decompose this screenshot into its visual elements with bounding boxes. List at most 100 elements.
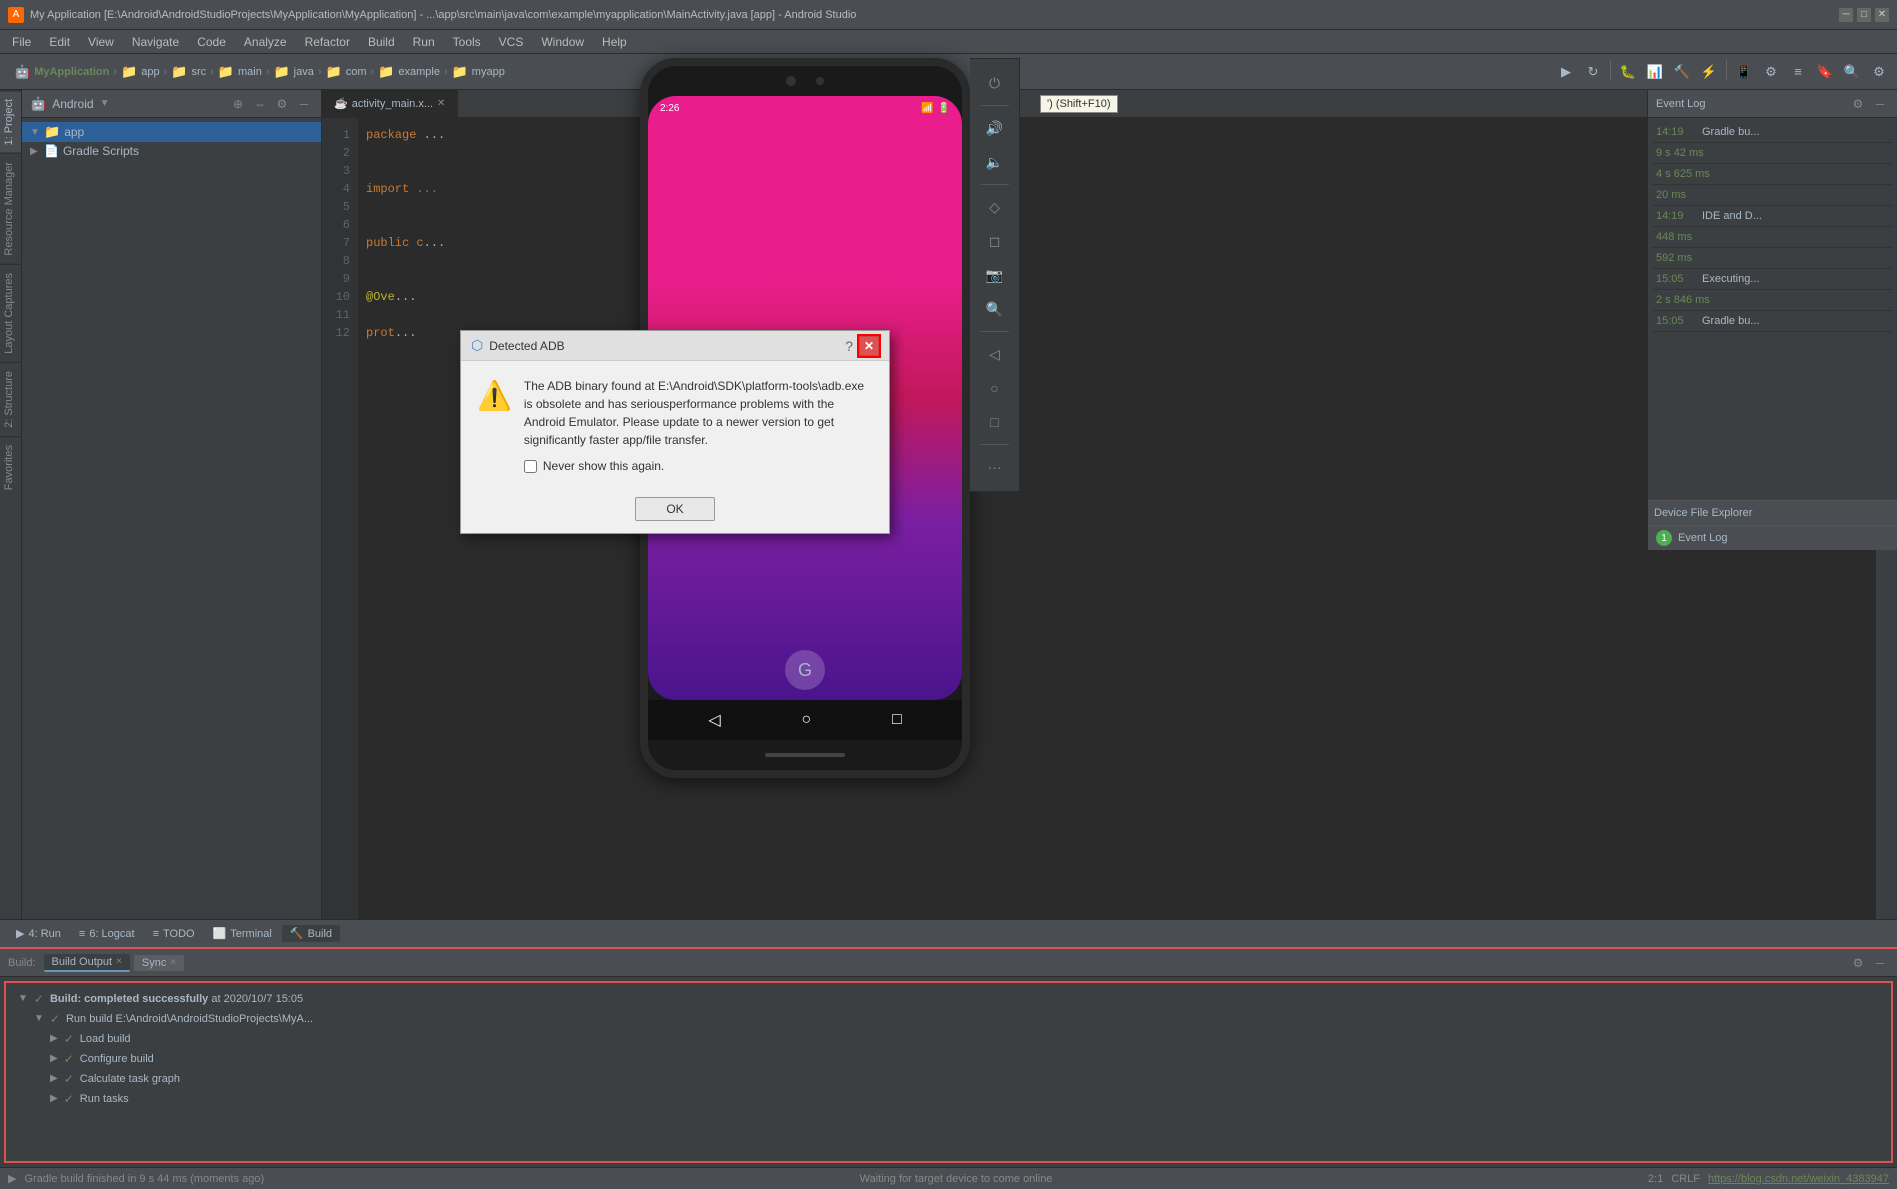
build-expand-2[interactable]: ▶ xyxy=(50,1030,58,1048)
dialog-close-button[interactable]: ✕ xyxy=(859,336,879,356)
bookmark-btn[interactable]: 🔖 xyxy=(1813,60,1837,84)
bt-logcat[interactable]: ≡ 6: Logcat xyxy=(71,926,143,942)
structure-btn[interactable]: ≡ xyxy=(1786,60,1810,84)
breadcrumb-src[interactable]: src xyxy=(191,66,206,78)
menu-build[interactable]: Build xyxy=(360,33,403,51)
tree-item-app[interactable]: ▼ 📁 app xyxy=(22,122,321,142)
google-icon[interactable]: G xyxy=(785,650,825,690)
android-prof[interactable]: ⚡ xyxy=(1697,60,1721,84)
settings-btn[interactable]: ⚙ xyxy=(1867,60,1891,84)
status-link[interactable]: https://blog.csdn.net/weixin_4383947 xyxy=(1708,1173,1889,1185)
sync-button[interactable]: ↻ xyxy=(1581,60,1605,84)
never-show-label[interactable]: Never show this again. xyxy=(543,459,664,473)
build-output-close[interactable]: × xyxy=(116,956,122,967)
tab-structure[interactable]: 2: Structure xyxy=(0,362,21,436)
build-expand-3[interactable]: ▶ xyxy=(50,1050,58,1068)
minimize-button[interactable]: ─ xyxy=(1839,8,1853,22)
editor-tab-main[interactable]: ☕ activity_main.x... ✕ xyxy=(322,90,458,117)
menu-navigate[interactable]: Navigate xyxy=(124,33,187,51)
menu-run[interactable]: Run xyxy=(405,33,443,51)
dialog-help-btn[interactable]: ? xyxy=(845,338,853,354)
sync-tab[interactable]: Sync × xyxy=(134,955,184,971)
never-show-checkbox[interactable] xyxy=(524,460,537,473)
nav-recents[interactable]: □ xyxy=(892,711,902,729)
fold-btn[interactable]: ◻ xyxy=(979,225,1011,257)
build-btn2[interactable]: 🔨 xyxy=(1670,60,1694,84)
dialog-footer: OK xyxy=(461,489,889,533)
sdk-button[interactable]: ⚙ xyxy=(1759,60,1783,84)
screenshot-btn[interactable]: 📷 xyxy=(979,259,1011,291)
close-button[interactable]: ✕ xyxy=(1875,8,1889,22)
build-expand-5[interactable]: ▶ xyxy=(50,1090,58,1108)
breadcrumb-java[interactable]: java xyxy=(294,66,314,78)
nav-back[interactable]: ◁ xyxy=(708,710,720,730)
event-log-bottom[interactable]: 1 Event Log xyxy=(1648,525,1897,550)
tab-resource-manager[interactable]: Resource Manager xyxy=(0,153,21,264)
build-text-0: Build: completed successfully at 2020/10… xyxy=(50,990,303,1008)
settings-panel-btn[interactable]: ⚙ xyxy=(273,95,291,113)
build-output-tab[interactable]: Build Output × xyxy=(44,954,130,972)
run-button[interactable]: ▶ xyxy=(1554,60,1578,84)
device-file-explorer-label[interactable]: Device File Explorer xyxy=(1648,500,1897,525)
vol-down-btn[interactable]: 🔈 xyxy=(979,146,1011,178)
tab-project[interactable]: 1: Project xyxy=(0,90,21,153)
menu-window[interactable]: Window xyxy=(533,33,592,51)
sync-close[interactable]: × xyxy=(170,957,176,968)
bt-todo[interactable]: ≡ TODO xyxy=(145,926,203,942)
build-expand-1[interactable]: ▼ xyxy=(34,1010,44,1028)
find-btn[interactable]: 🔍 xyxy=(1840,60,1864,84)
build-expand-4[interactable]: ▶ xyxy=(50,1070,58,1088)
tree-item-gradle[interactable]: ▶ 📄 Gradle Scripts xyxy=(22,142,321,160)
bt-build[interactable]: 🔨 Build xyxy=(282,925,340,942)
debug-button[interactable]: 🐛 xyxy=(1616,60,1640,84)
back-btn[interactable]: ◁ xyxy=(979,338,1011,370)
power-btn[interactable]: ⏻ xyxy=(979,67,1011,99)
event-log-settings[interactable]: ⚙ xyxy=(1849,95,1867,113)
bt-run[interactable]: ▶ 4: Run xyxy=(8,925,69,942)
scroll-btn[interactable]: ⇔ xyxy=(251,95,269,113)
menu-help[interactable]: Help xyxy=(594,33,635,51)
emulator-nav: ◁ ○ □ xyxy=(648,700,962,740)
bt-terminal[interactable]: ⬜ Terminal xyxy=(205,925,280,942)
rotate-btn[interactable]: ◇ xyxy=(979,191,1011,223)
tab-layout-captures[interactable]: Layout Captures xyxy=(0,264,21,362)
expand-arrow: ▼ xyxy=(30,127,40,138)
menu-refactor[interactable]: Refactor xyxy=(297,33,358,51)
breadcrumb-myapp[interactable]: myapp xyxy=(472,66,505,78)
terminal-label: Terminal xyxy=(230,928,272,940)
event-item-1: 9 s 42 ms xyxy=(1652,143,1893,164)
menu-view[interactable]: View xyxy=(80,33,122,51)
dialog-ok-button[interactable]: OK xyxy=(635,497,714,521)
locate-btn[interactable]: ⊕ xyxy=(229,95,247,113)
breadcrumb-com[interactable]: com xyxy=(346,66,367,78)
tooltip: ') (Shift+F10) xyxy=(1040,95,1118,113)
more-btn[interactable]: ··· xyxy=(979,451,1011,483)
zoom-btn[interactable]: 🔍 xyxy=(979,293,1011,325)
build-expand-0[interactable]: ▼ xyxy=(18,990,28,1008)
breadcrumb-main[interactable]: main xyxy=(238,66,262,78)
menu-code[interactable]: Code xyxy=(189,33,234,51)
tab-favorites[interactable]: Favorites xyxy=(0,436,21,498)
breadcrumb-app[interactable]: MyApplication xyxy=(34,66,109,78)
event-log-minimize[interactable]: ─ xyxy=(1871,95,1889,113)
warning-icon: ⚠️ xyxy=(477,379,512,473)
square-btn[interactable]: □ xyxy=(979,406,1011,438)
avd-button[interactable]: 📱 xyxy=(1732,60,1756,84)
breadcrumb-app2[interactable]: app xyxy=(141,66,159,78)
menu-file[interactable]: File xyxy=(4,33,39,51)
breadcrumb-example[interactable]: example xyxy=(398,66,440,78)
nav-home[interactable]: ○ xyxy=(801,711,811,729)
menu-tools[interactable]: Tools xyxy=(445,33,489,51)
menu-analyze[interactable]: Analyze xyxy=(236,33,295,51)
menu-edit[interactable]: Edit xyxy=(41,33,78,51)
build-item-3: ▶ ✓ Configure build xyxy=(18,1049,1879,1069)
menu-vcs[interactable]: VCS xyxy=(491,33,532,51)
close-panel-btn[interactable]: ─ xyxy=(295,95,313,113)
maximize-button[interactable]: □ xyxy=(1857,8,1871,22)
home-btn[interactable]: ○ xyxy=(979,372,1011,404)
profile-button[interactable]: 📊 xyxy=(1643,60,1667,84)
panel-minimize[interactable]: ─ xyxy=(1871,954,1889,972)
vol-up-btn[interactable]: 🔊 xyxy=(979,112,1011,144)
panel-settings[interactable]: ⚙ xyxy=(1849,954,1867,972)
dropdown-arrow[interactable]: ▼ xyxy=(100,98,110,109)
